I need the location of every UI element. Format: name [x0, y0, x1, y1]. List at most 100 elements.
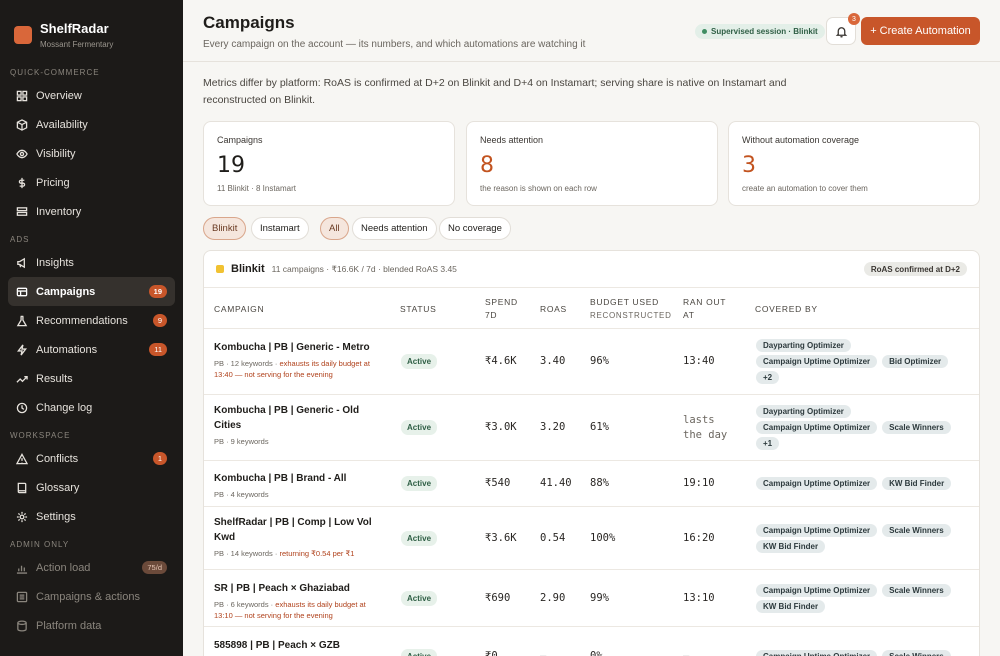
- session-badge: Supervised session · Blinkit: [695, 24, 825, 39]
- sidebar-item-availability[interactable]: Availability: [8, 110, 175, 139]
- roas-value: 0.54: [540, 532, 566, 544]
- budget-value: 61%: [590, 421, 609, 433]
- notifications-button[interactable]: 3: [826, 13, 860, 45]
- automation-chip[interactable]: KW Bid Finder: [756, 600, 826, 613]
- automation-chip[interactable]: Campaign Uptime Optimizer: [756, 524, 878, 537]
- sidebar-item-label: Campaigns & actions: [36, 590, 140, 603]
- stat-card-needs-attention[interactable]: Needs attention 8 the reason is shown on…: [466, 121, 718, 206]
- campaign-desc: PB · 9 keywords: [214, 436, 379, 447]
- sidebar-item-glossary[interactable]: Glossary: [8, 473, 175, 502]
- sidebar-item-label: Change log: [36, 401, 93, 414]
- gear-icon: [16, 511, 28, 523]
- automation-chip[interactable]: KW Bid Finder: [882, 477, 952, 490]
- sidebar-item-campaigns[interactable]: Campaigns 19: [8, 277, 175, 306]
- sidebar-item-overview[interactable]: Overview: [8, 81, 175, 110]
- table-row[interactable]: ShelfRadar | PB | Comp | Low Vol Kwd PB ·…: [204, 507, 979, 570]
- sidebar-item-insights[interactable]: Insights: [8, 248, 175, 277]
- campaign-name[interactable]: Kombucha | PB | Brand - All: [214, 471, 384, 486]
- sidebar-item-label: Action load: [36, 561, 91, 574]
- col-status[interactable]: STATUS: [400, 303, 436, 316]
- automation-chip[interactable]: Dayparting Optimizer: [756, 339, 851, 352]
- sidebar-item-action-load[interactable]: Action load 75/d: [8, 553, 175, 582]
- bolt-icon: [16, 344, 28, 356]
- sidebar-item-campaigns-actions[interactable]: Campaigns & actions: [8, 582, 175, 611]
- sidebar-item-platform-data[interactable]: Platform data: [8, 611, 175, 640]
- col-budget-sub: RECONSTRUCTED: [590, 311, 672, 320]
- automation-chip[interactable]: Scale Winners: [882, 421, 951, 434]
- table-row[interactable]: Kombucha | PB | Brand - All PB · 4 keywor…: [204, 461, 979, 507]
- sidebar-item-visibility[interactable]: Visibility: [8, 139, 175, 168]
- automation-chip[interactable]: Scale Winners: [882, 584, 951, 597]
- stat-card-campaigns: Campaigns 19 11 Blinkit · 8 Instamart: [203, 121, 455, 206]
- sidebar-item-settings[interactable]: Settings: [8, 502, 175, 531]
- sidebar-item-results[interactable]: Results: [8, 364, 175, 393]
- table-row[interactable]: 585898 | PB | Peach × GZB Active ₹0 — 0% — Cam…: [204, 627, 979, 656]
- sidebar-item-label: Inventory: [36, 205, 82, 218]
- grid-icon: [16, 90, 28, 102]
- create-automation-button[interactable]: + Create Automation: [861, 17, 980, 45]
- ran-out-value: —: [683, 650, 690, 656]
- brand[interactable]: ShelfRadar Mossant Fermentary: [0, 0, 183, 62]
- table-row[interactable]: Kombucha | PB | Generic - Old Cities PB ·…: [204, 395, 979, 461]
- col-campaign[interactable]: CAMPAIGN: [214, 303, 264, 316]
- brand-org: Mossant Fermentary: [40, 40, 114, 49]
- campaign-name[interactable]: Kombucha | PB | Generic - Metro: [214, 340, 384, 355]
- campaign-name[interactable]: Kombucha | PB | Generic - Old Cities: [214, 403, 384, 433]
- sidebar-item-label: Results: [36, 372, 73, 385]
- bell-icon: [835, 26, 847, 37]
- chart-icon: [16, 562, 28, 574]
- col-ran-out[interactable]: RAN OUT AT: [683, 296, 733, 322]
- stat-card-no-coverage[interactable]: Without automation coverage 3 create an …: [728, 121, 980, 206]
- filter-all[interactable]: All: [320, 217, 349, 240]
- filter-needs-attention[interactable]: Needs attention: [352, 217, 437, 240]
- roas-note-badge: RoAS confirmed at D+2: [863, 262, 967, 276]
- automation-chip[interactable]: Dayparting Optimizer: [756, 405, 851, 418]
- dollar-icon: [16, 177, 28, 189]
- campaign-name[interactable]: 585898 | PB | Peach × GZB: [214, 638, 384, 653]
- automation-chip[interactable]: Campaign Uptime Optimizer: [756, 421, 878, 434]
- automation-chip[interactable]: Campaign Uptime Optimizer: [756, 650, 878, 656]
- sidebar-item-change-log[interactable]: Change log: [8, 393, 175, 422]
- ran-out-value: 16:20: [683, 532, 715, 544]
- sidebar-item-recommendations[interactable]: Recommendations 9: [8, 306, 175, 335]
- campaign-name[interactable]: SR | PB | Peach × Ghaziabad: [214, 581, 384, 596]
- automation-chip[interactable]: KW Bid Finder: [756, 540, 826, 553]
- box-icon: [16, 118, 28, 131]
- automation-chip[interactable]: Campaign Uptime Optimizer: [756, 584, 878, 597]
- col-budget[interactable]: BUDGET USED RECONSTRUCTED: [590, 296, 672, 322]
- sidebar-item-inventory[interactable]: Inventory: [8, 197, 175, 226]
- sidebar-nav: QUICK-COMMERCE Overview Availability Visibi…: [0, 64, 183, 640]
- automation-chip[interactable]: Campaign Uptime Optimizer: [756, 477, 878, 490]
- budget-value: 99%: [590, 592, 609, 604]
- sidebar: ShelfRadar Mossant Fermentary QUICK-COMM…: [0, 0, 183, 656]
- stat-label: Campaigns: [217, 135, 263, 145]
- automation-chip[interactable]: Bid Optimizer: [882, 355, 949, 368]
- campaign-warning: returning ₹0.54 per ₹1: [279, 549, 355, 558]
- automation-chip[interactable]: Campaign Uptime Optimizer: [756, 355, 878, 368]
- col-spend[interactable]: SPEND 7D: [485, 296, 525, 322]
- filter-instamart[interactable]: Instamart: [251, 217, 309, 240]
- table-row[interactable]: Kombucha | PB | Generic - Metro PB · 12 k…: [204, 329, 979, 395]
- table-body: Kombucha | PB | Generic - Metro PB · 12 k…: [204, 329, 979, 656]
- table-row[interactable]: SR | PB | Peach × Ghaziabad PB · 6 keywor…: [204, 570, 979, 627]
- filter-blinkit[interactable]: Blinkit: [203, 217, 247, 240]
- sidebar-item-pricing[interactable]: Pricing: [8, 168, 175, 197]
- col-covered-by[interactable]: COVERED BY: [755, 303, 818, 316]
- spend-value: ₹3.6K: [485, 532, 517, 544]
- automation-chip[interactable]: Scale Winners: [882, 650, 951, 656]
- warning-icon: [16, 452, 28, 465]
- sidebar-item-automations[interactable]: Automations 11: [8, 335, 175, 364]
- campaign-name[interactable]: ShelfRadar | PB | Comp | Low Vol Kwd: [214, 515, 384, 545]
- automation-chip[interactable]: +1: [756, 437, 780, 450]
- sidebar-item-conflicts[interactable]: Conflicts 1: [8, 444, 175, 473]
- sidebar-item-label: Conflicts: [36, 452, 79, 465]
- col-roas[interactable]: ROAS: [540, 303, 567, 316]
- sidebar-badge: 9: [152, 314, 167, 327]
- automation-chip[interactable]: Scale Winners: [882, 524, 951, 537]
- book-icon: [16, 482, 28, 494]
- spend-value: ₹4.6K: [485, 355, 517, 367]
- automation-chip[interactable]: +2: [756, 371, 780, 384]
- ran-out-value: 13:40: [683, 355, 715, 367]
- filter-no-coverage[interactable]: No coverage: [439, 217, 511, 240]
- roas-value: 41.40: [540, 477, 572, 489]
